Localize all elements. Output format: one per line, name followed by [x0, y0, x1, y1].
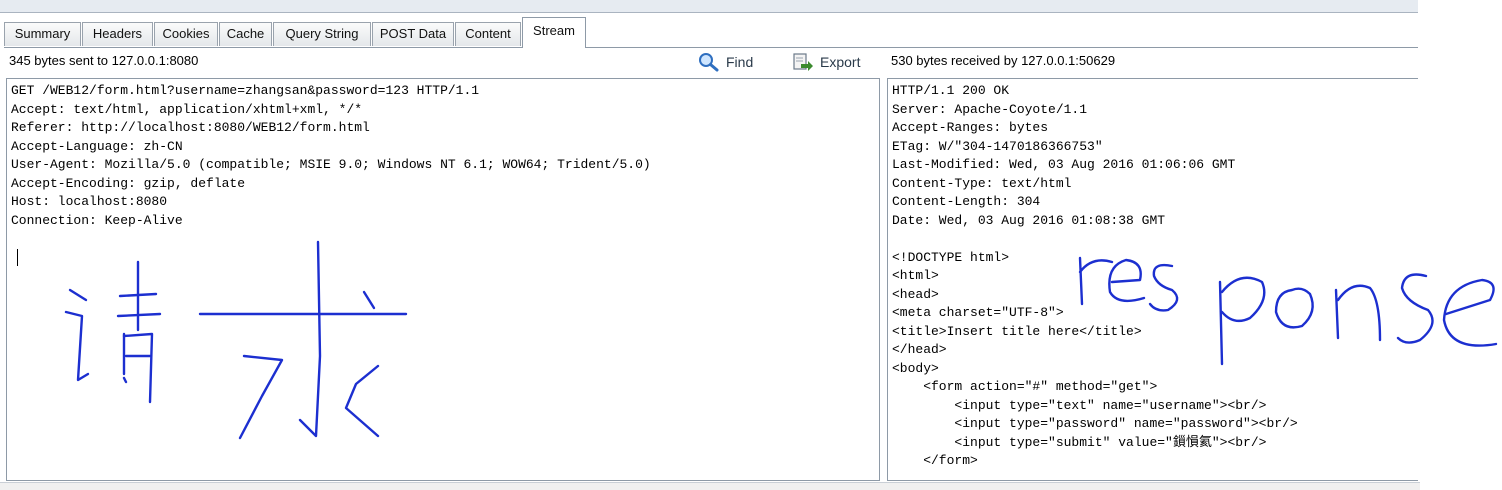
response-line: Accept-Ranges: bytes [892, 120, 1049, 135]
response-line [892, 230, 1418, 249]
request-line: User-Agent: Mozilla/5.0 (compatible; MSI… [11, 157, 651, 172]
text-cursor [17, 249, 18, 266]
tab-summary[interactable]: Summary [4, 22, 81, 46]
response-line: <input type="text" name="username"><br/> [892, 397, 1267, 413]
request-line: Accept: text/html, application/xhtml+xml… [11, 101, 363, 117]
response-line: <title>Insert title here</title> [892, 323, 1142, 339]
stream-toolbar: 345 bytes sent to 127.0.0.1:8080 Find Ex… [0, 47, 1420, 77]
response-line: </head> [892, 342, 947, 357]
request-line: Accept-Language: zh-CN [11, 138, 183, 154]
request-line: Referer: http://localhost:8080/WEB12/for… [11, 120, 370, 135]
find-button[interactable]: Find [698, 51, 753, 73]
response-line: </form> [892, 453, 978, 468]
response-line: Last-Modified: Wed, 03 Aug 2016 01:06:06… [892, 157, 1236, 172]
response-text[interactable]: HTTP/1.1 200 OK Server: Apache-Coyote/1.1… [888, 79, 1418, 471]
response-line: Date: Wed, 03 Aug 2016 01:08:38 GMT [892, 212, 1166, 228]
request-line: GET /WEB12/form.html?username=zhangsan&p… [11, 83, 480, 98]
tab-stream[interactable]: Stream [522, 17, 586, 48]
request-line: Connection: Keep-Alive [11, 212, 183, 228]
response-line: <meta charset="UTF-8"> [892, 305, 1064, 320]
tab-headers[interactable]: Headers [82, 22, 153, 46]
export-button[interactable]: Export [792, 51, 860, 73]
request-stream-pane[interactable]: GET /WEB12/form.html?username=zhangsan&p… [6, 78, 880, 481]
export-label: Export [820, 54, 861, 70]
tab-content[interactable]: Content [455, 22, 521, 46]
response-line: <head> [892, 286, 939, 302]
previous-row-strip [0, 0, 1420, 13]
request-text[interactable]: GET /WEB12/form.html?username=zhangsan&p… [7, 79, 879, 230]
find-label: Find [726, 54, 754, 70]
tab-cookies[interactable]: Cookies [154, 22, 218, 46]
response-line: Content-Length: 304 [892, 194, 1041, 209]
response-line: HTTP/1.1 200 OK [892, 83, 1010, 98]
response-stream-pane[interactable]: HTTP/1.1 200 OK Server: Apache-Coyote/1.1… [887, 78, 1419, 481]
tab-query-string[interactable]: Query String [273, 22, 371, 46]
request-line: Accept-Encoding: gzip, deflate [11, 175, 246, 191]
response-line: Server: Apache-Coyote/1.1 [892, 101, 1088, 117]
response-line: <input type="password" name="password"><… [892, 416, 1298, 431]
tab-post-data[interactable]: POST Data [372, 22, 454, 46]
response-status: 530 bytes received by 127.0.0.1:50629 [891, 53, 1116, 68]
response-line: <html> [892, 268, 939, 283]
response-line: <form action="#" method="get"> [892, 379, 1158, 394]
magnifier-icon [698, 52, 720, 72]
export-icon [792, 52, 814, 72]
request-status: 345 bytes sent to 127.0.0.1:8080 [9, 53, 199, 68]
request-line: Host: localhost:8080 [11, 194, 168, 209]
tab-cache[interactable]: Cache [219, 22, 272, 46]
response-line: ETag: W/"304-1470186366753" [892, 138, 1103, 154]
response-line: <!DOCTYPE html> [892, 249, 1010, 265]
response-line: Content-Type: text/html [892, 175, 1072, 191]
inspector-tab-bar: Summary Headers Cookies Cache Query Stri… [4, 17, 1420, 48]
response-line: <body> [892, 360, 939, 376]
response-line: <input type="submit" value="鎻愪氦"><br/> [892, 434, 1267, 450]
right-margin [1418, 0, 1502, 489]
